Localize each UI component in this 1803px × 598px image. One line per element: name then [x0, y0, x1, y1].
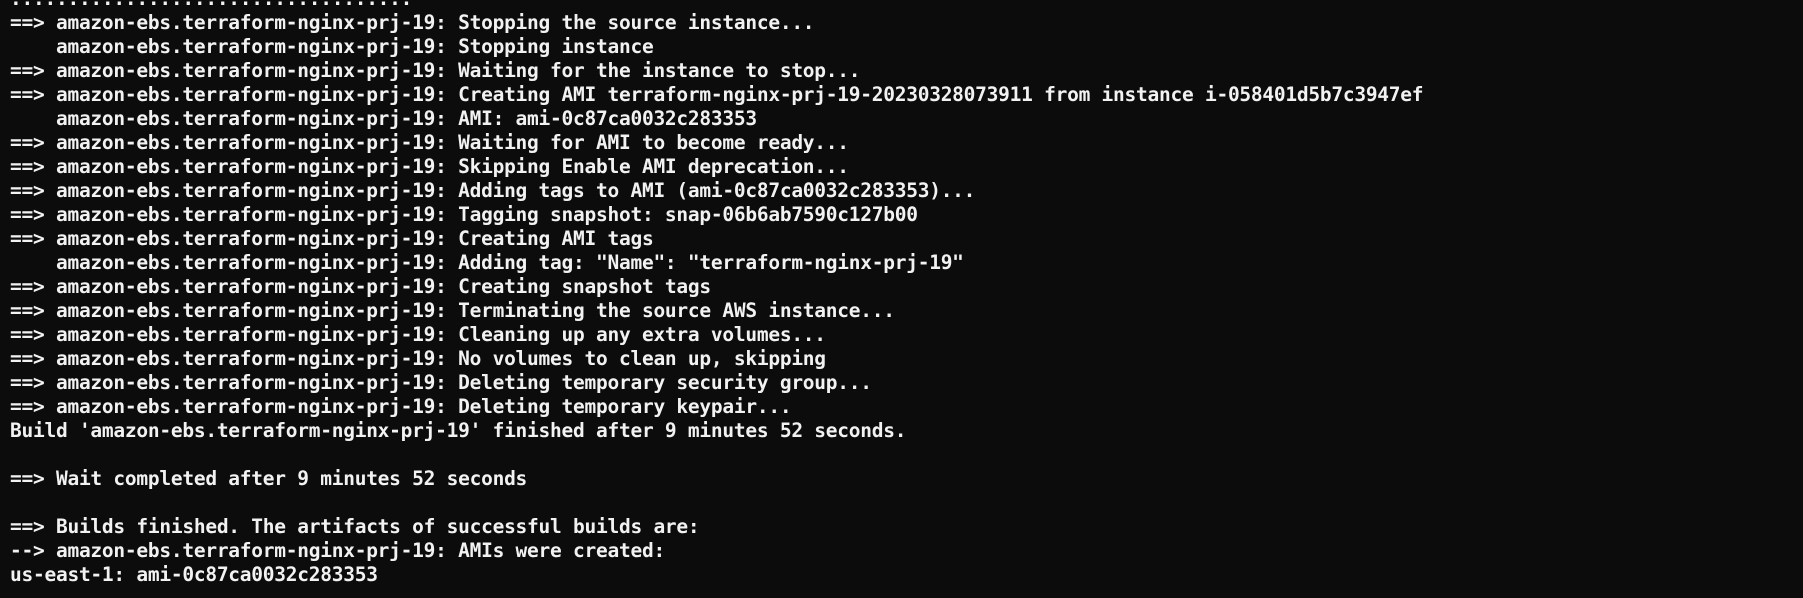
- terminal-line: ==> amazon-ebs.terraform-nginx-prj-19: D…: [10, 371, 872, 394]
- terminal-line: ==> amazon-ebs.terraform-nginx-prj-19: D…: [10, 395, 792, 418]
- terminal-line: ==> amazon-ebs.terraform-nginx-prj-19: W…: [10, 131, 849, 154]
- terminal-line: amazon-ebs.terraform-nginx-prj-19: AMI: …: [10, 107, 757, 130]
- terminal-line: amazon-ebs.terraform-nginx-prj-19: Addin…: [10, 251, 964, 274]
- terminal-line: ==> amazon-ebs.terraform-nginx-prj-19: S…: [10, 11, 815, 34]
- terminal-line: ==> amazon-ebs.terraform-nginx-prj-19: C…: [10, 227, 654, 250]
- terminal-output: ................................... ==> …: [10, 0, 1424, 587]
- terminal-line: ==> amazon-ebs.terraform-nginx-prj-19: A…: [10, 179, 976, 202]
- terminal-line: ...................................: [10, 0, 1423, 11]
- terminal-line: ==> amazon-ebs.terraform-nginx-prj-19: T…: [10, 299, 895, 322]
- terminal-line: ==> amazon-ebs.terraform-nginx-prj-19: N…: [10, 347, 826, 370]
- terminal-line: amazon-ebs.terraform-nginx-prj-19: Stopp…: [10, 35, 654, 58]
- terminal-window[interactable]: ................................... ==> …: [0, 0, 1803, 598]
- terminal-line: ==> amazon-ebs.terraform-nginx-prj-19: S…: [10, 155, 849, 178]
- terminal-line: ==> amazon-ebs.terraform-nginx-prj-19: W…: [10, 59, 861, 82]
- terminal-line: ==> amazon-ebs.terraform-nginx-prj-19: C…: [10, 275, 711, 298]
- terminal-line: ==> amazon-ebs.terraform-nginx-prj-19: C…: [10, 323, 826, 346]
- terminal-line: ==> amazon-ebs.terraform-nginx-prj-19: T…: [10, 203, 918, 226]
- terminal-line: ==> Builds finished. The artifacts of su…: [10, 515, 700, 538]
- terminal-line: ==> Wait completed after 9 minutes 52 se…: [10, 467, 528, 490]
- terminal-line: --> amazon-ebs.terraform-nginx-prj-19: A…: [10, 539, 665, 562]
- terminal-line: us-east-1: ami-0c87ca0032c283353: [10, 563, 378, 586]
- terminal-line: Build 'amazon-ebs.terraform-nginx-prj-19…: [10, 419, 907, 442]
- terminal-line: ==> amazon-ebs.terraform-nginx-prj-19: C…: [10, 83, 1424, 106]
